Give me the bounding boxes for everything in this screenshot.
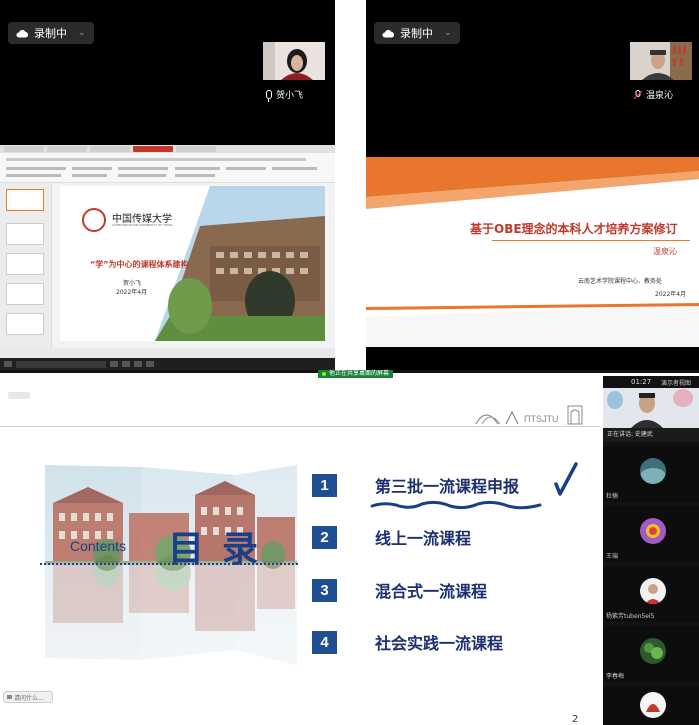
shared-powerpoint-window: 中国传媒大学 COMMUNICATION UNIVERSITY OF CHINA… [0,145,335,365]
toc-number-badge: 4 [312,630,337,654]
toc-number-badge: 1 [312,473,337,497]
slide-date: 2022年4月 [116,289,148,296]
toc-item-text: 线上一流课程 [375,529,472,548]
slide-presenter: 贺小飞 [123,280,142,287]
slide-thumbnail[interactable] [6,189,44,211]
dotted-separator [40,563,298,565]
page-number: 2 [572,714,579,725]
participant-tile[interactable]: 王瑞 [603,506,699,562]
toc-item-3: 3 混合式一流课程 [312,578,487,602]
tab[interactable] [90,146,130,152]
participant-name: 王瑞 [606,553,619,560]
participant-name: 杜楠 [606,493,619,500]
taskbar-app-icon[interactable] [110,361,118,367]
participant-name: 贺小飞 [276,91,304,101]
tab[interactable] [176,146,216,152]
taskbar-app-icon[interactable] [122,361,130,367]
sharing-dot-icon [322,372,326,376]
cloud-icon [382,29,395,37]
pen-annotation [370,462,578,510]
slide-title: 基于OBE理念的本科人才培养方案修订 [470,222,678,236]
institution-logo: ПTSJTU [475,405,583,425]
university-seal [82,208,106,232]
recording-badge[interactable]: 录制中 ⌄ [374,22,460,44]
participant-tile[interactable] [603,686,699,725]
slide-title: “学”为中心的课程体系建构 [90,260,189,269]
taskbar-app-icon[interactable] [146,361,154,367]
slide-thumbnail[interactable] [6,313,44,335]
recording-badge[interactable]: 录制中 ⌄ [8,22,94,44]
windows-taskbar [0,358,335,370]
toc-number-badge: 3 [312,578,337,602]
camera-thumbnail [263,42,325,80]
participant-name: 李春梅 [606,673,625,680]
ppt-slide: 中国传媒大学 COMMUNICATION UNIVERSITY OF CHINA… [60,186,325,341]
tab[interactable] [4,146,44,152]
slide-background [366,157,699,347]
slide-header-tag [8,392,30,399]
slide-thumbnail[interactable] [6,223,44,245]
slide-thumbnail[interactable] [6,283,44,305]
university-english-name: COMMUNICATION UNIVERSITY OF CHINA [112,223,173,227]
participant-name: 温泉沁 [646,91,674,101]
video-panel-left: 录制中 ⌄ 贺小飞 中国传媒大学 COMMUNICATION UNIVERSIT… [0,0,335,370]
slide-thumbnail-pane [0,183,52,348]
avatar [640,578,666,604]
recording-label: 录制中 [34,27,67,40]
toc-item-4: 4 社会实践一流课程 [312,630,503,654]
toc-item-text: 社会实践一流课程 [375,634,504,653]
slide-date: 2022年4月 [655,291,687,298]
sharing-banner[interactable]: 他正在共享桌面的屏幕 [318,370,394,378]
browser-tabs [0,145,335,153]
shared-slide-right: 基于OBE理念的本科人才培养方案修订 温泉沁 云南艺术学院课程中心、教务处 20… [366,157,699,347]
slide-presenter: 温泉沁 [653,247,677,256]
taskbar-app-icon[interactable] [134,361,142,367]
participant-sidebar: 01:27 演示者视图 正在讲话: 史建武 杜楠 王瑞 杨紫芳tuben5el5 [603,376,699,725]
slide-thumbnail[interactable] [6,253,44,275]
chat-bubble-button[interactable]: 请问什么... [3,691,53,703]
avatar [640,458,666,484]
participant-name: 杨紫芳tuben5el5 [606,613,655,620]
tab-active[interactable] [133,146,173,152]
taskbar-search[interactable] [16,360,106,368]
windows-start-icon[interactable] [4,361,12,367]
svg-text:ПTSJTU: ПTSJTU [524,414,558,424]
contents-label: Contents [70,538,127,554]
slide-org: 云南艺术学院课程中心、教务处 [578,278,663,285]
view-mode-label[interactable]: 演示者视图 [661,378,691,387]
title-underline [492,240,690,241]
participant-name-tag: 贺小飞 [266,88,304,102]
main-shared-screen: 他正在共享桌面的屏幕 — ▭ ПTSJTU [0,370,699,725]
recording-label: 录制中 [400,27,433,40]
toc-number-badge: 2 [312,525,337,549]
participant-tile[interactable]: 杜楠 [603,446,699,502]
microphone-muted-icon [634,89,642,99]
active-speaker-video[interactable] [603,388,699,428]
ppt-ribbon [0,153,335,183]
avatar [640,638,666,664]
avatar [640,692,666,718]
tab[interactable] [47,146,87,152]
toc-item-2: 2 线上一流课程 [312,525,471,549]
participant-tile[interactable]: 杨紫芳tuben5el5 [603,566,699,622]
sharing-banner-text: 他正在共享桌面的屏幕 [329,370,390,377]
toc-item-text: 混合式一流课程 [375,582,488,601]
avatar [640,518,666,544]
chat-icon [7,695,12,699]
chat-bubble-text: 请问什么... [14,694,44,702]
meeting-time: 01:27 [631,378,652,386]
video-panel-right: 录制中 ⌄ 温泉沁 基于OBE理念的本科人才培养方案修订 温泉沁 云南艺术学院课… [366,0,699,370]
chevron-down-icon[interactable]: ⌄ [444,28,452,38]
participant-name-tag: 温泉沁 [634,88,673,101]
microphone-icon [266,90,272,102]
chevron-down-icon[interactable]: ⌄ [78,28,86,38]
speaking-indicator: 正在讲话: 史建武 [603,428,699,442]
cloud-icon [16,29,29,37]
slide-top-rule [0,426,600,427]
participant-tile[interactable]: 李春梅 [603,626,699,682]
camera-thumbnail [630,42,692,80]
